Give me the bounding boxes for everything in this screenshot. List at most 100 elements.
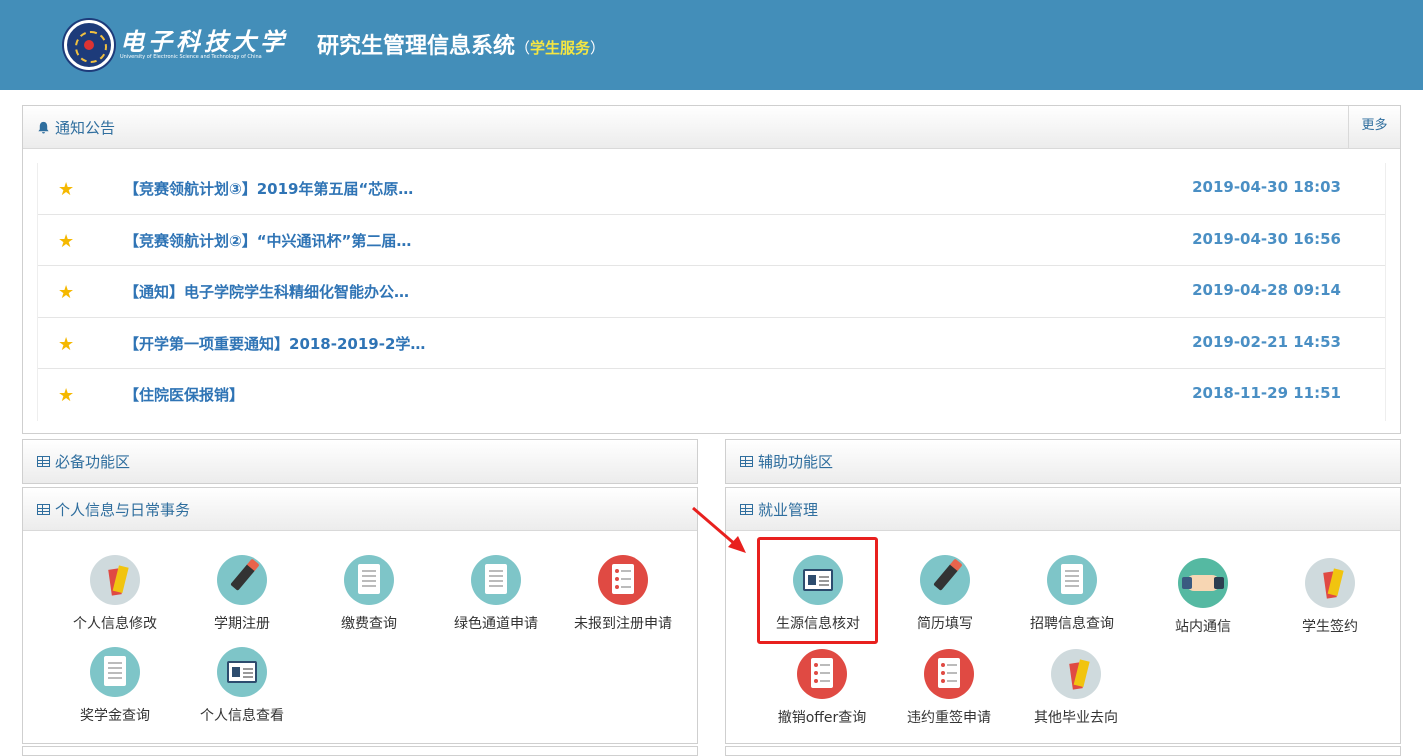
- handshake-icon: [1178, 558, 1228, 608]
- term-registration-button[interactable]: 学期注册: [180, 555, 304, 633]
- notice-item-date: 2019-04-30 18:03: [1192, 178, 1341, 196]
- fn-label: 撤销offer查询: [777, 710, 867, 726]
- star-icon: ★: [58, 385, 75, 406]
- star-icon: ★: [58, 179, 75, 200]
- job-info-query-button[interactable]: 招聘信息查询: [1010, 555, 1134, 633]
- notice-item-date: 2019-04-30 16:56: [1192, 229, 1341, 248]
- resume-doc-icon: [924, 649, 974, 699]
- auxiliary-functions-label: 辅助功能区: [758, 453, 834, 471]
- notice-item-title[interactable]: 【竞赛领航计划②】“中兴通讯杯”第二届…: [124, 230, 411, 251]
- internal-message-button[interactable]: 站内通信: [1141, 558, 1265, 636]
- resume-doc-icon: [797, 649, 847, 699]
- document-icon: [90, 647, 140, 697]
- table-icon: [740, 456, 753, 467]
- personal-affairs-label: 个人信息与日常事务: [55, 501, 191, 519]
- color-swatch-icon: [1051, 649, 1101, 699]
- notice-title-text: 通知公告: [55, 119, 116, 137]
- notice-row[interactable]: ★ 【开学第一项重要通知】2018-2019-2学… 2019-02-21 14…: [38, 318, 1385, 369]
- lower-left-panel-edge: [22, 746, 698, 756]
- notice-panel-header: 通知公告 更多: [23, 106, 1400, 149]
- notice-list: ★ 【竞赛领航计划③】2019年第五届“芯原… 2019-04-30 18:03…: [37, 163, 1386, 421]
- more-link[interactable]: 更多: [1348, 106, 1400, 148]
- fn-label: 缴费查询: [341, 616, 397, 632]
- color-swatch-icon: [90, 555, 140, 605]
- personal-info-view-button[interactable]: 个人信息查看: [180, 647, 304, 725]
- notice-item-title[interactable]: 【住院医保报销】: [124, 384, 244, 405]
- fn-label: 个人信息修改: [73, 616, 157, 632]
- pen-icon: [217, 555, 267, 605]
- university-emblem-icon: [64, 20, 114, 70]
- red-arrow-icon: [692, 506, 746, 553]
- star-icon: ★: [58, 333, 75, 355]
- highlight-box: [757, 537, 878, 644]
- required-functions-panel[interactable]: 必备功能区: [22, 439, 698, 484]
- top-header: 电子科技大学 University of Electronic Science …: [0, 0, 1423, 90]
- notice-item-date: 2019-04-28 09:14: [1192, 281, 1341, 299]
- auxiliary-functions-header[interactable]: 辅助功能区: [726, 440, 1400, 483]
- university-name-en: University of Electronic Science and Tec…: [120, 54, 262, 60]
- employment-label: 就业管理: [758, 501, 819, 519]
- notice-item-date: 2018-11-29 11:51: [1192, 384, 1341, 402]
- auxiliary-functions-title: 辅助功能区: [740, 451, 833, 472]
- required-functions-header[interactable]: 必备功能区: [23, 440, 697, 483]
- personal-info-edit-button[interactable]: 个人信息修改: [53, 555, 177, 633]
- breach-resign-apply-button[interactable]: 违约重签申请: [887, 649, 1011, 727]
- notice-item-title[interactable]: 【开学第一项重要通知】2018-2019-2学…: [124, 333, 425, 354]
- fn-label: 未报到注册申请: [574, 616, 672, 632]
- resume-doc-icon: [598, 555, 648, 605]
- table-icon: [37, 504, 50, 515]
- unreported-registration-button[interactable]: 未报到注册申请: [561, 555, 685, 633]
- required-functions-label: 必备功能区: [55, 453, 131, 471]
- other-destination-button[interactable]: 其他毕业去向: [1014, 649, 1138, 727]
- color-swatch-icon: [1305, 558, 1355, 608]
- document-icon: [1047, 555, 1097, 605]
- notice-item-title[interactable]: 【通知】电子学院学生科精细化智能办公…: [124, 281, 409, 302]
- lower-right-panel-edge: [725, 746, 1401, 756]
- fee-query-button[interactable]: 缴费查询: [307, 555, 431, 633]
- employment-title: 就业管理: [740, 499, 818, 520]
- document-icon: [344, 555, 394, 605]
- notice-panel: 通知公告 更多 ★ 【竞赛领航计划③】2019年第五届“芯原… 2019-04-…: [22, 105, 1401, 434]
- document-icon: [471, 555, 521, 605]
- fn-label: 其他毕业去向: [1034, 710, 1118, 726]
- star-icon: ★: [58, 230, 75, 252]
- notice-row[interactable]: ★ 【竞赛领航计划②】“中兴通讯杯”第二届… 2019-04-30 16:56: [38, 215, 1385, 266]
- notice-item-title[interactable]: 【竞赛领航计划③】2019年第五届“芯原…: [124, 178, 413, 199]
- fn-label: 奖学金查询: [80, 708, 150, 724]
- personal-affairs-panel: 个人信息与日常事务 个人信息修改 学期注册 缴费查询 绿色通道申请 未报到注册申…: [22, 487, 698, 744]
- notice-row[interactable]: ★ 【通知】电子学院学生科精细化智能办公… 2019-04-28 09:14: [38, 266, 1385, 318]
- paren-open: （: [515, 39, 531, 57]
- notice-row[interactable]: ★ 【竞赛领航计划③】2019年第五届“芯原… 2019-04-30 18:03: [38, 163, 1385, 215]
- notice-row[interactable]: ★ 【住院医保报销】 2018-11-29 11:51: [38, 369, 1385, 421]
- fn-label: 违约重签申请: [907, 710, 991, 726]
- employment-header: 就业管理: [726, 488, 1400, 531]
- student-signing-button[interactable]: 学生签约: [1268, 558, 1392, 636]
- fn-label: 学期注册: [214, 616, 270, 632]
- university-name: 电子科技大学: [120, 27, 288, 56]
- fn-label: 招聘信息查询: [1030, 616, 1114, 632]
- system-subtitle: （学生服务）: [515, 39, 605, 57]
- id-card-icon: [217, 647, 267, 697]
- notice-item-date: 2019-02-21 14:53: [1192, 332, 1341, 351]
- bell-icon: [38, 121, 49, 134]
- service-label: 学生服务: [530, 39, 591, 57]
- fn-label: 个人信息查看: [200, 708, 284, 724]
- fn-label: 简历填写: [917, 616, 973, 632]
- system-title-text: 研究生管理信息系统: [317, 34, 516, 59]
- green-channel-button[interactable]: 绿色通道申请: [434, 555, 558, 633]
- pen-icon: [920, 555, 970, 605]
- scholarship-query-button[interactable]: 奖学金查询: [53, 647, 177, 725]
- system-title: 研究生管理信息系统（学生服务）: [317, 28, 605, 60]
- personal-affairs-header: 个人信息与日常事务: [23, 488, 697, 531]
- table-icon: [37, 456, 50, 467]
- fn-label: 绿色通道申请: [454, 616, 538, 632]
- required-functions-title: 必备功能区: [37, 451, 130, 472]
- notice-panel-title: 通知公告: [37, 117, 115, 138]
- auxiliary-functions-panel[interactable]: 辅助功能区: [725, 439, 1401, 484]
- personal-affairs-title: 个人信息与日常事务: [37, 499, 190, 520]
- paren-close: ）: [590, 39, 606, 57]
- fn-label: 站内通信: [1175, 619, 1231, 635]
- revoke-offer-query-button[interactable]: 撤销offer查询: [760, 649, 884, 727]
- star-icon: ★: [58, 282, 75, 303]
- resume-fill-button[interactable]: 简历填写: [883, 555, 1007, 633]
